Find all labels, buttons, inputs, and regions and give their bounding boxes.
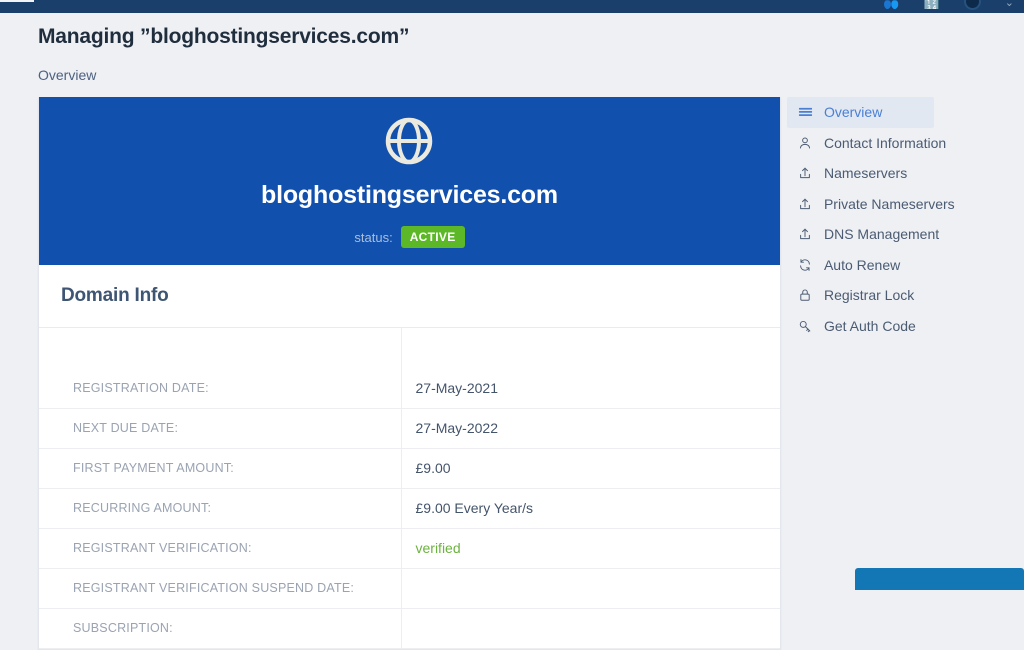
table-row: RECURRING AMOUNT: £9.00 Every Year/s [39, 488, 780, 529]
users-icon[interactable]: 👥 [883, 0, 899, 9]
domain-info-table: REGISTRATION DATE: 27-May-2021 NEXT DUE DA… [39, 328, 780, 649]
domain-actions-sidebar: Overview Contact Information Nameservers Pr… [786, 97, 1024, 342]
sidebar-item-label: Contact Information [823, 134, 947, 151]
table-row: REGISTRATION DATE: 27-May-2021 [39, 368, 780, 409]
list-icon [798, 105, 813, 120]
upload-icon [798, 196, 813, 211]
sidebar-item-label: Get Auth Code [823, 317, 916, 334]
info-key: NEXT DUE DATE: [39, 408, 402, 449]
table-spacer [39, 328, 780, 368]
info-value: 27-May-2021 [401, 368, 780, 409]
sidebar-item-label: DNS Management [823, 226, 940, 243]
table-row: FIRST PAYMENT AMOUNT: £9.00 [39, 448, 780, 489]
sidebar-item-private-nameservers[interactable]: Private Nameservers [787, 189, 1024, 220]
page-title: Managing ”bloghostingservices.com” [38, 25, 410, 48]
info-key: SUBSCRIPTION: [39, 608, 402, 649]
domain-name: bloghostingservices.com [261, 181, 558, 209]
upload-icon [798, 227, 813, 242]
status-row: status: ACTIVE [39, 226, 780, 248]
info-value: 27-May-2022 [401, 408, 780, 449]
table-spacer-cell [401, 328, 780, 368]
domain-hero-banner: bloghostingservices.com status: ACTIVE [39, 97, 780, 265]
sidebar-item-auto-renew[interactable]: Auto Renew [787, 250, 1024, 281]
sidebar-item-contact-information[interactable]: Contact Information [787, 128, 1024, 159]
info-value [401, 608, 780, 649]
domain-card: bloghostingservices.com status: ACTIVE D… [38, 97, 781, 650]
top-navbar: 👥 🔢 ⌄ [0, 0, 1024, 13]
refresh-icon [798, 257, 813, 272]
info-key: REGISTRANT VERIFICATION SUSPEND DATE: [39, 568, 402, 609]
sidebar-item-overview[interactable]: Overview [786, 97, 934, 128]
info-key: REGISTRANT VERIFICATION: [39, 528, 402, 569]
topbar-icon-group: 👥 🔢 ⌄ [883, 0, 1020, 13]
brand-logo[interactable] [0, 0, 34, 2]
sidebar-item-label: Nameservers [823, 165, 908, 182]
sidebar-item-nameservers[interactable]: Nameservers [787, 158, 1024, 189]
upload-icon [798, 166, 813, 181]
sidebar-item-label: Auto Renew [823, 256, 901, 273]
section-title-domain-info: Domain Info [39, 265, 780, 328]
sidebar-item-label: Private Nameservers [823, 195, 955, 212]
page-header: Managing ”bloghostingservices.com” Overv… [0, 13, 1024, 83]
sidebar-item-registrar-lock[interactable]: Registrar Lock [787, 280, 1024, 311]
sidebar-item-label: Overview [823, 104, 883, 121]
lock-icon [798, 288, 813, 303]
avatar[interactable] [963, 0, 981, 10]
table-row: SUBSCRIPTION: [39, 608, 780, 649]
info-key: FIRST PAYMENT AMOUNT: [39, 448, 402, 489]
table-row: NEXT DUE DATE: 27-May-2022 [39, 408, 780, 449]
info-value [401, 568, 780, 609]
globe-icon [386, 117, 433, 165]
status-badge: ACTIVE [400, 226, 465, 248]
info-value: £9.00 [401, 448, 780, 489]
sidebar-item-get-auth-code[interactable]: Get Auth Code [787, 311, 1024, 342]
table-spacer-cell [39, 328, 402, 368]
key-icon [798, 318, 813, 333]
sidebar-item-dns-management[interactable]: DNS Management [787, 219, 1024, 250]
table-row: REGISTRANT VERIFICATION: verified [39, 528, 780, 569]
status-label: status: [354, 229, 393, 245]
info-key: REGISTRATION DATE: [39, 368, 402, 409]
page-body: Managing ”bloghostingservices.com” Overv… [0, 13, 1024, 650]
table-row: REGISTRANT VERIFICATION SUSPEND DATE: [39, 568, 780, 609]
calculator-icon[interactable]: 🔢 [924, 0, 940, 9]
breadcrumb: Overview [38, 67, 97, 83]
info-key: RECURRING AMOUNT: [39, 488, 402, 529]
user-icon [798, 135, 813, 150]
chat-widget-bar[interactable] [855, 568, 1024, 590]
info-value: £9.00 Every Year/s [401, 488, 780, 529]
sidebar-item-label: Registrar Lock [823, 287, 915, 304]
info-value: verified [401, 528, 780, 569]
chevron-down-icon[interactable]: ⌄ [1005, 0, 1014, 6]
content-layout: bloghostingservices.com status: ACTIVE D… [0, 97, 1024, 650]
